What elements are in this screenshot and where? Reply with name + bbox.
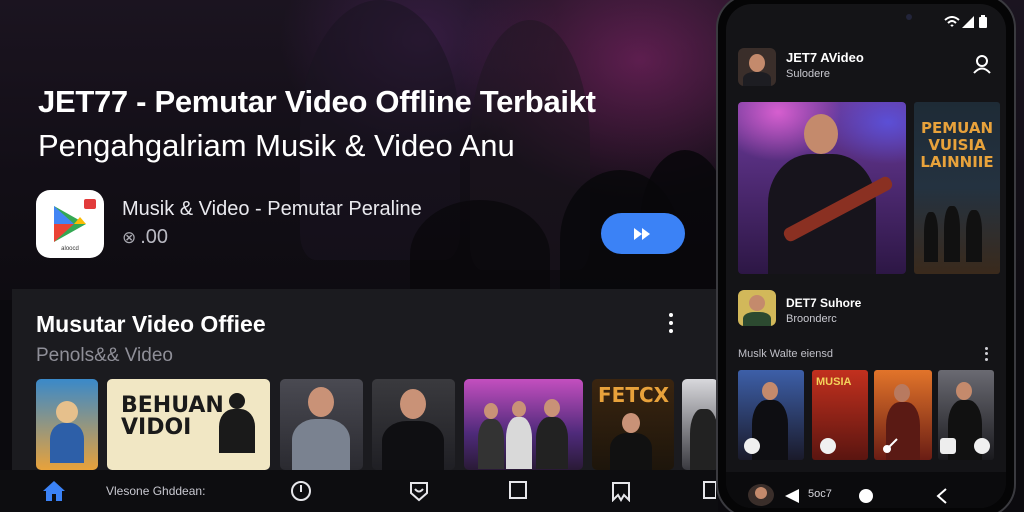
thumbnail-figure [400, 389, 426, 419]
thumbnail-figure [229, 393, 245, 409]
thumbnail-text: BEHUAN VIDOI [121, 393, 224, 440]
channel-avatar[interactable] [738, 290, 776, 326]
home-icon[interactable] [42, 480, 66, 502]
video-thumbnail[interactable]: BEHUAN VIDOI [107, 379, 270, 470]
page-title: JET77 - Pemutar Video Offline Terbaikt [38, 84, 596, 119]
heart-shield-icon[interactable] [408, 480, 430, 502]
app-name: Musik & Video - Pemutar Peraline [122, 198, 422, 220]
play-badge-icon [820, 438, 836, 454]
home-circle-icon[interactable] [858, 488, 874, 504]
bookmark-icon[interactable] [610, 480, 632, 502]
video-section: Musutar Video Offiee Penols&& Video BEHU… [12, 289, 718, 470]
back-triangle-icon[interactable] [784, 488, 800, 504]
phone-mockup: JET7 AVideo Sulodere PEMUAN VUISIA LAINN… [716, 0, 1016, 512]
thumbnail-figure [219, 409, 255, 453]
grid-icon[interactable] [702, 480, 716, 502]
thumbnail-figure [292, 419, 350, 470]
square-icon[interactable] [508, 480, 528, 500]
page-subtitle: Pengahgalriam Musik & Video Anu [38, 128, 515, 163]
poster-text: PEMUAN VUISIA LAINNIIE [920, 119, 994, 171]
featured-video[interactable] [738, 102, 906, 274]
profile-avatar[interactable] [748, 484, 774, 506]
poster-thumbnail[interactable]: PEMUAN VUISIA LAINNIIE [914, 102, 1000, 274]
more-options-icon[interactable] [664, 311, 678, 335]
app-icon-badge [84, 199, 96, 209]
channel-title: DET7 Suhore [786, 296, 862, 310]
rating-value: .00 [140, 226, 169, 248]
wifi-icon [944, 16, 960, 27]
rating-icon: ⊗ [122, 228, 137, 247]
thumbnail-text: FETCX [598, 383, 670, 407]
screen-icon [940, 438, 956, 454]
thumbnail-figure [622, 413, 640, 433]
app-icon[interactable]: aloocd [36, 190, 104, 258]
battery-icon [979, 15, 987, 28]
thumbnail-text: MUSIA [816, 376, 852, 388]
chevron-left-icon[interactable] [936, 488, 948, 504]
video-thumbnail[interactable] [682, 379, 718, 470]
play-button[interactable] [601, 213, 685, 254]
video-thumbnail[interactable] [874, 370, 932, 460]
video-thumbnail[interactable] [280, 379, 363, 470]
app-rating: ⊗ .00 [122, 226, 168, 249]
channel-subtitle: Broonderc [786, 313, 837, 325]
guitar-icon [882, 438, 898, 454]
video-thumbnail[interactable] [36, 379, 98, 470]
status-bar [726, 10, 1006, 30]
signal-icon [962, 16, 974, 28]
share-icon [974, 438, 990, 454]
fast-forward-icon [634, 227, 650, 240]
thumbnail-figure [512, 401, 526, 417]
phone-navigation-bar: 5oc7 [726, 472, 1006, 508]
thumbnail-figure [536, 417, 568, 469]
phone-section-title: Muslk Walte eiensd [738, 348, 833, 360]
video-thumbnail[interactable] [738, 370, 804, 460]
video-thumbnail[interactable] [938, 370, 994, 460]
play-store-icon [54, 206, 86, 242]
phone-nav-label: 5oc7 [808, 488, 832, 500]
thumbnail-figure [484, 403, 498, 419]
thumbnail-figure [382, 421, 444, 470]
section-title: Musutar Video Offiee [36, 311, 266, 337]
clock-icon[interactable] [290, 480, 312, 502]
phone-header-subtitle: Sulodere [786, 68, 831, 80]
section-subtitle: Penols&& Video [36, 345, 173, 366]
play-badge-icon [744, 438, 760, 454]
phone-screen: JET7 AVideo Sulodere PEMUAN VUISIA LAINN… [726, 4, 1006, 508]
thumbnail-figure [610, 433, 652, 470]
thumbnail-figure [804, 114, 838, 154]
video-thumbnail[interactable] [464, 379, 583, 470]
phone-header-title: JET7 AVideo [786, 50, 864, 65]
video-thumbnail[interactable]: FETCX [592, 379, 674, 470]
thumbnail-figure [506, 417, 532, 469]
thumbnail-figure [308, 387, 334, 417]
avatar[interactable] [738, 48, 776, 86]
thumbnail-figure [690, 409, 718, 470]
nav-label: Vlesone Ghddean: [106, 484, 206, 498]
thumbnail-figure [56, 401, 78, 423]
user-icon[interactable] [972, 54, 992, 74]
video-thumbnail[interactable] [372, 379, 455, 470]
video-thumbnail[interactable]: MUSIA [812, 370, 868, 460]
bottom-navigation: Vlesone Ghddean: [0, 470, 718, 512]
thumbnail-figure [50, 423, 84, 463]
app-icon-caption: aloocd [61, 246, 79, 252]
more-options-icon[interactable] [982, 346, 990, 362]
thumbnail-figure [478, 419, 504, 469]
thumbnail-figure [544, 399, 560, 417]
